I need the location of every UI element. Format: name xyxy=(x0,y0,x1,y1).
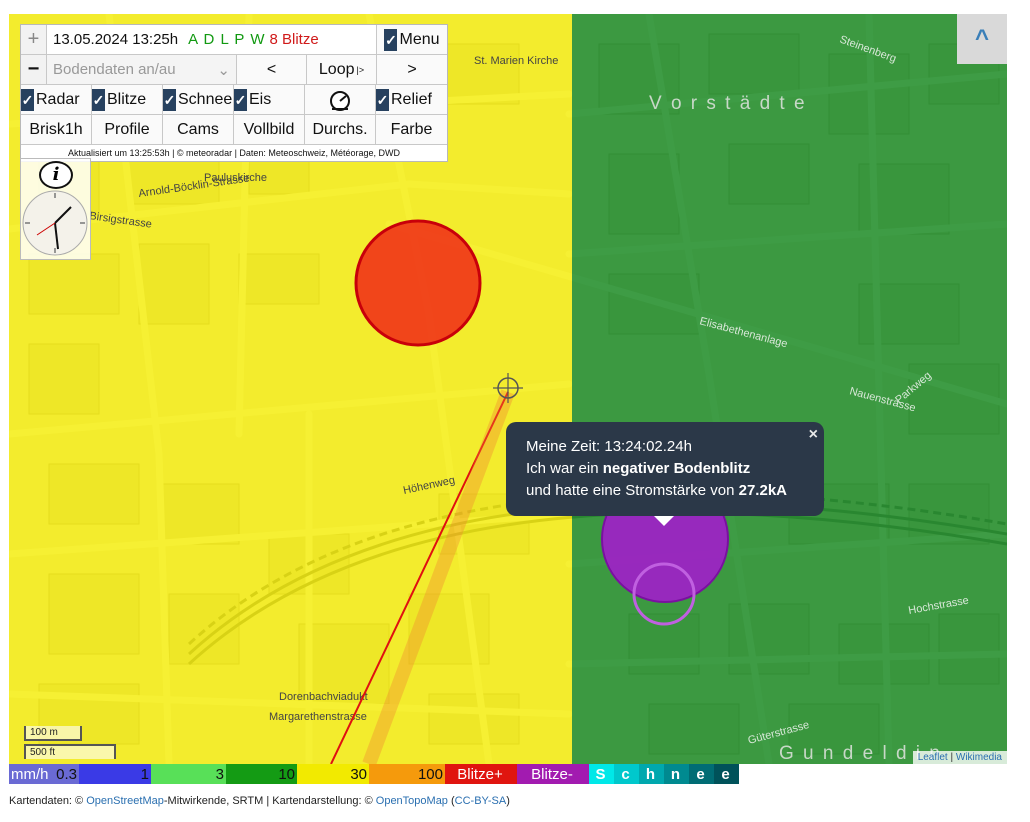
legend-snow-1: c xyxy=(614,764,639,784)
street-label-birsig: Birsigstrasse xyxy=(89,210,153,231)
color-button[interactable]: Farbe xyxy=(376,115,447,144)
checkmark-icon: ✓ xyxy=(384,28,398,51)
checkmark-icon: ✓ xyxy=(376,88,389,111)
map-data-footer: Kartendaten: © OpenStreetMap-Mitwirkende… xyxy=(9,795,510,807)
info-panel: i xyxy=(20,158,91,260)
legend-item-7: Blitze- xyxy=(517,764,589,784)
popup-time: Meine Zeit: 13:24:02.24h xyxy=(526,438,692,455)
zoom-out-button[interactable]: − xyxy=(21,55,47,84)
ground-data-select[interactable]: Bodendaten an/au ⌄ xyxy=(47,55,237,84)
lightning-count: 8 Blitze xyxy=(269,31,319,48)
info-icon[interactable]: i xyxy=(39,161,73,189)
scale-metric: 100 m xyxy=(24,726,82,741)
loop-button[interactable]: Loop |> xyxy=(307,55,377,84)
legend-item-3: 10 xyxy=(226,764,297,784)
legend-item-2: 3 xyxy=(151,764,226,784)
legend-item-4: 30 xyxy=(297,764,369,784)
crosshair-icon xyxy=(493,373,523,403)
popup-type: negativer Bodenblitz xyxy=(602,460,751,477)
brisk1h-button[interactable]: Brisk1h xyxy=(21,115,92,144)
wikimedia-link[interactable]: Wikimedia xyxy=(956,752,1002,763)
datetime-value: 13.05.2024 13:25h xyxy=(53,31,179,48)
street-label-dorenbach: Dorenbachviadukt xyxy=(279,691,368,703)
lightning-popup: × Meine Zeit: 13:24:02.24h Ich war ein n… xyxy=(506,422,824,526)
profile-button[interactable]: Profile xyxy=(92,115,163,144)
datetime-display: 13.05.2024 13:25h A D L P W 8 Blitze xyxy=(47,25,377,54)
clock-icon xyxy=(22,190,88,256)
control-panel: + 13.05.2024 13:25h A D L P W 8 Blitze ✓… xyxy=(20,24,448,162)
street-label-arnold: Arnold-Böcklin-Strasse xyxy=(138,173,250,200)
legend-snow-4: e xyxy=(689,764,714,784)
street-label-parkweg: Parkweg xyxy=(893,370,933,407)
lightning-positive-marker[interactable] xyxy=(354,219,482,347)
fullscreen-button[interactable]: Vollbild xyxy=(234,115,305,144)
popup-current: 27.2kA xyxy=(738,482,787,499)
license-link[interactable]: CC-BY-SA xyxy=(455,795,507,807)
legend-item-5: 100 xyxy=(369,764,445,784)
street-label-hochstrasse: Hochstrasse xyxy=(907,595,969,617)
checkmark-icon: ✓ xyxy=(92,88,105,111)
precipitation-legend: mm/h 0.3 1 3 10 30 100 Blitze+ Blitze- S… xyxy=(9,764,739,784)
legend-item-0: 0.3 xyxy=(56,764,79,784)
leaflet-link[interactable]: Leaflet xyxy=(918,752,948,763)
provider-codes: A D L P W xyxy=(188,31,266,48)
poi-label-st-marien: St. Marien Kirche xyxy=(474,55,558,67)
legend-snow-2: h xyxy=(639,764,664,784)
district-label-vorstaedte: V o r s t ä d t e xyxy=(649,93,807,114)
toggle-eis[interactable]: ✓ Eis xyxy=(234,85,305,114)
opentopomap-link[interactable]: OpenTopoMap xyxy=(376,795,448,807)
legend-snow-0: S xyxy=(589,764,614,784)
osm-link[interactable]: OpenStreetMap xyxy=(86,795,164,807)
previous-frame-button[interactable]: < xyxy=(237,55,307,84)
toggle-radar[interactable]: ✓ Radar xyxy=(21,85,92,114)
toggle-blitze[interactable]: ✓ Blitze xyxy=(92,85,163,114)
gauge-icon xyxy=(330,90,350,111)
street-label-hohenweg: Höhenweg xyxy=(402,474,456,497)
scale-imperial: 500 ft xyxy=(24,744,116,759)
street-label-steinenberg: Steinenberg xyxy=(838,34,898,66)
popup-type-line: Ich war ein negativer Bodenblitz xyxy=(526,460,751,477)
average-button[interactable]: Durchs. xyxy=(305,115,376,144)
legend-item-1: 1 xyxy=(79,764,151,784)
menu-button[interactable]: ✓ Menu xyxy=(377,25,447,54)
street-label-elisabethen: Elisabethenanlage xyxy=(698,315,789,350)
popup-current-line: und hatte eine Stromstärke von 27.2kA xyxy=(526,482,787,499)
play-icon: |> xyxy=(356,64,365,75)
legend-item-6: Blitze+ xyxy=(445,764,517,784)
gauge-button[interactable] xyxy=(305,85,376,114)
map-attribution: Leaflet | Wikimedia xyxy=(912,751,1007,764)
next-frame-button[interactable]: > xyxy=(377,55,447,84)
chevron-down-icon: ⌄ xyxy=(217,61,230,79)
toggle-relief[interactable]: ✓ Relief xyxy=(376,85,447,114)
cams-button[interactable]: Cams xyxy=(163,115,234,144)
close-icon[interactable]: × xyxy=(809,424,818,446)
checkmark-icon: ✓ xyxy=(163,88,176,111)
lightning-track-band xyxy=(362,389,515,764)
legend-snow-5: e xyxy=(714,764,739,784)
toggle-schnee[interactable]: ✓ Schnee xyxy=(163,85,234,114)
zoom-in-button[interactable]: + xyxy=(21,25,47,54)
legend-snow-3: n xyxy=(664,764,689,784)
checkmark-icon: ✓ xyxy=(21,88,34,111)
checkmark-icon: ✓ xyxy=(234,88,247,111)
collapse-up-button[interactable]: ^ xyxy=(957,14,1007,64)
